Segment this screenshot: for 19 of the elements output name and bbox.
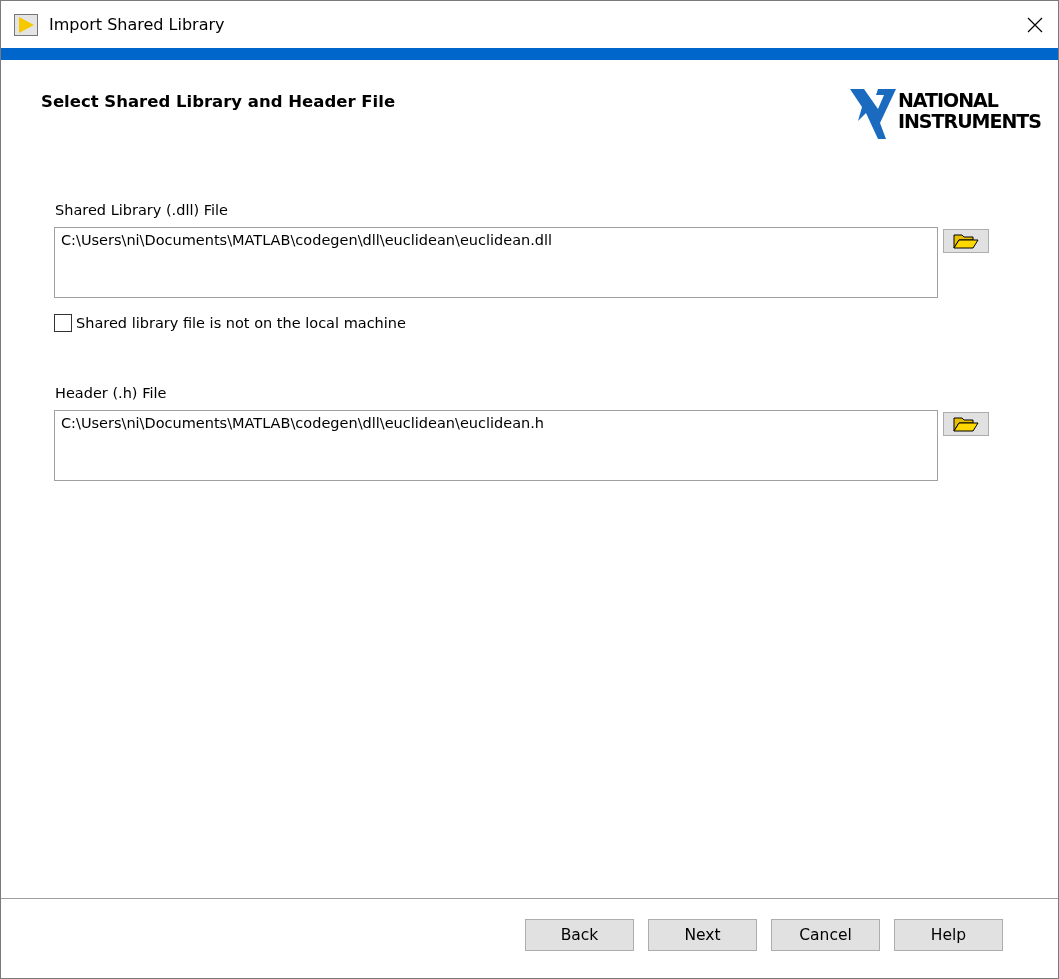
field-label: Header (.h) File: [55, 385, 167, 401]
page-heading: Select Shared Library and Header File: [41, 92, 396, 113]
checkbox-label: Shared library file is not on the local machine: [76, 315, 406, 331]
input-field[interactable]: C:\Users\ni\Documents\MATLAB\codegen\dll\euclidean\euclidean.h: [54, 410, 938, 481]
browse-button[interactable]: [943, 229, 989, 253]
dialog-button[interactable]: Back: [525, 919, 634, 951]
dialog-button[interactable]: Next: [648, 919, 757, 951]
logo-text: NATIONAL INSTRUMENTS: [897, 90, 1041, 132]
close-icon: [1027, 16, 1043, 33]
browse-button[interactable]: [943, 412, 989, 436]
app-icon: [14, 13, 38, 36]
folder-icon: [953, 416, 979, 432]
window-title: Import Shared Library: [49, 15, 225, 34]
field-label: Shared Library (.dll) File: [55, 202, 229, 218]
dialog-button[interactable]: Help: [894, 919, 1003, 951]
checkbox[interactable]: [54, 314, 72, 332]
folder-icon: [953, 233, 979, 249]
dialog-button[interactable]: Cancel: [771, 919, 880, 951]
input-field[interactable]: C:\Users\ni\Documents\MATLAB\codegen\dll\euclidean\euclidean.dll: [54, 227, 938, 298]
